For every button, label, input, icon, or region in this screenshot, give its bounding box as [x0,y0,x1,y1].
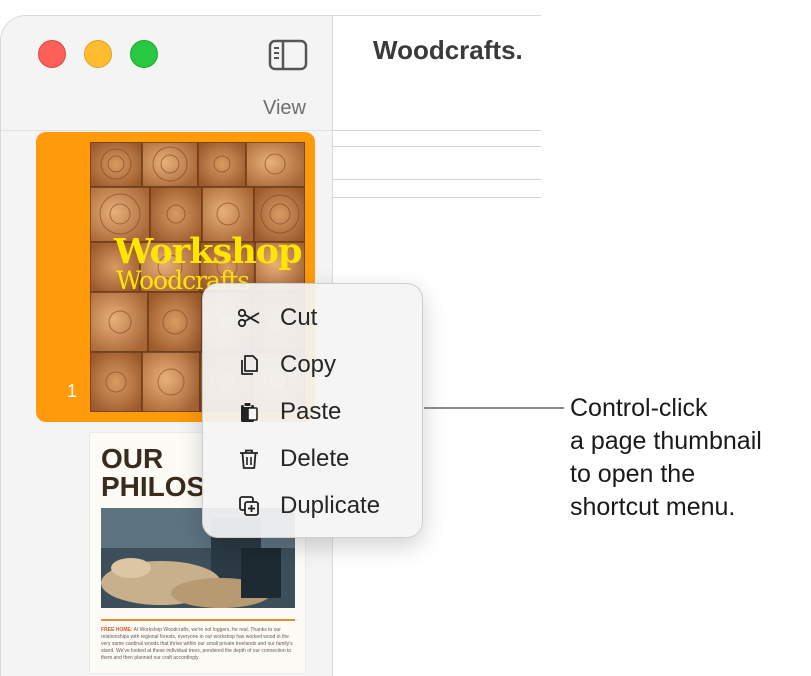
scissors-icon [237,308,260,328]
menu-label: Duplicate [280,492,381,519]
menu-label: Delete [280,445,350,472]
divider [1,130,332,131]
cover-title: Workshop [114,231,302,272]
copy-icon [241,355,258,375]
document-title: Woodcrafts. [373,35,523,65]
philosophy-heading: OUR PHILOS [101,443,206,502]
menu-item-duplicate[interactable]: Duplicate [203,486,424,526]
philosophy-body: FREE HOME: At Workshop Woodcrafts, we're… [101,627,293,661]
divider [332,179,541,180]
divider [332,146,541,147]
menu-item-cut[interactable]: Cut [203,298,424,338]
menu-item-delete[interactable]: Delete [203,439,424,479]
divider [332,130,541,131]
menu-item-copy[interactable]: Copy [203,345,424,385]
duplicate-icon [239,496,259,516]
callout-leader-line [424,407,564,409]
trash-icon [240,449,258,469]
zoom-button[interactable] [130,40,158,68]
divider [332,197,541,198]
divider [101,619,295,621]
menu-item-paste[interactable]: Paste [203,392,424,432]
sidebar-toggle-icon[interactable] [267,38,309,72]
paste-icon [241,402,258,422]
menu-label: Copy [280,351,337,378]
page-number: 1 [67,381,78,401]
minimize-button[interactable] [84,40,112,68]
view-label: View [263,97,306,119]
menu-label: Paste [280,398,342,425]
close-button[interactable] [38,40,66,68]
callout-text: Control-click a page thumbnail to open t… [570,394,762,521]
menu-label: Cut [280,304,318,331]
shortcut-menu: Cut Copy Paste Delete Duplicate [202,283,423,538]
